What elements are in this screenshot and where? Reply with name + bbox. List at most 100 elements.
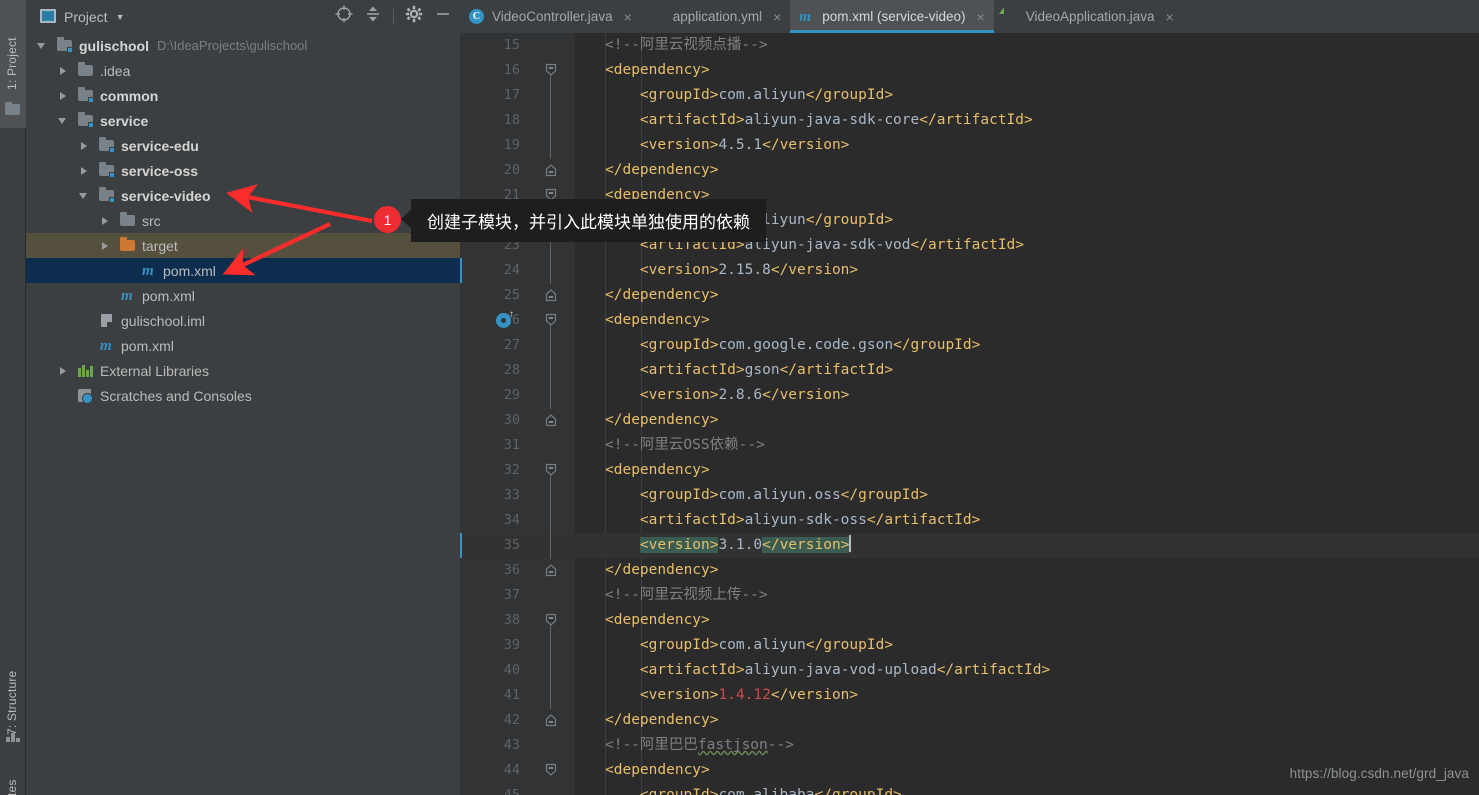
code-line-30[interactable]: 30 </dependency>	[460, 408, 1479, 433]
code-line-16[interactable]: 16 <dependency>	[460, 58, 1479, 83]
editor-tab-videocontroller-java[interactable]: C VideoController.java ×	[460, 0, 641, 33]
code-line-42[interactable]: 42 </dependency>	[460, 708, 1479, 733]
code-line-37[interactable]: 37 <!--阿里云视频上传-->	[460, 583, 1479, 608]
code-line-18[interactable]: 18 <artifactId>aliyun-java-sdk-core</arti…	[460, 108, 1479, 133]
fold-end-icon[interactable]	[544, 413, 558, 427]
annotation-badge-1: 1	[374, 206, 401, 233]
tool-button-favorites-label[interactable]: tes	[5, 762, 19, 795]
code-line-41[interactable]: 41 <version>1.4.12</version>	[460, 683, 1479, 708]
line-number: 28	[503, 362, 520, 378]
tree-row-pom-xml[interactable]: m pom.xml	[26, 333, 460, 358]
tree-row-pom-xml[interactable]: m pom.xml	[26, 258, 460, 283]
tree-row-service-video[interactable]: service-video	[26, 183, 460, 208]
chevron-right-icon[interactable]	[78, 139, 91, 152]
project-tree[interactable]: gulischool D:\IdeaProjects\gulischool .ide…	[26, 33, 460, 795]
tree-row-service-edu[interactable]: service-edu	[26, 133, 460, 158]
close-icon[interactable]: ×	[773, 9, 781, 25]
tree-row-scratches-and-consoles[interactable]: Scratches and Consoles	[26, 383, 460, 408]
close-icon[interactable]: ×	[977, 9, 985, 25]
code-line-34[interactable]: 34 <artifactId>aliyun-sdk-oss</artifactId…	[460, 508, 1479, 533]
chevron-right-icon[interactable]	[99, 239, 112, 252]
code-line-33[interactable]: 33 <groupId>com.aliyun.oss</groupId>	[460, 483, 1479, 508]
fold-collapse-icon[interactable]	[544, 763, 558, 777]
tool-button-project-label[interactable]: 1: Project	[5, 8, 19, 90]
toolbar-divider	[393, 8, 394, 25]
code-token: <groupId>	[639, 337, 719, 353]
code-token: aliyun-java-sdk-core	[744, 112, 920, 128]
tree-row-target[interactable]: target	[26, 233, 460, 258]
code-line-28[interactable]: 28 <artifactId>gson</artifactId>	[460, 358, 1479, 383]
code-line-36[interactable]: 36 </dependency>	[460, 558, 1479, 583]
tree-row-service-oss[interactable]: service-oss	[26, 158, 460, 183]
code-line-29[interactable]: 29 <version>2.8.6</version>	[460, 383, 1479, 408]
line-number: 30	[503, 412, 520, 428]
gear-icon[interactable]	[405, 5, 423, 28]
left-tool-strip: 1: Project 7: Structure tes	[0, 0, 26, 795]
chevron-right-icon[interactable]	[78, 164, 91, 177]
fold-collapse-icon[interactable]	[544, 613, 558, 627]
code-line-27[interactable]: 27 <groupId>com.google.code.gson</groupId…	[460, 333, 1479, 358]
chevron-right-icon[interactable]	[57, 89, 70, 102]
code-line-38[interactable]: 38 <dependency>	[460, 608, 1479, 633]
locate-icon[interactable]	[335, 5, 353, 28]
code-line-20[interactable]: 20 </dependency>	[460, 158, 1479, 183]
code-token: </dependency>	[605, 162, 719, 178]
editor-tab-videoapplication-java[interactable]: VideoApplication.java ×	[994, 0, 1183, 33]
fold-end-icon[interactable]	[544, 288, 558, 302]
folder-orange-icon	[119, 237, 137, 254]
code-line-35[interactable]: 35 <version>3.1.0</version>	[460, 533, 1479, 558]
code-token: <dependency>	[605, 612, 710, 628]
code-token: </version>	[762, 387, 850, 403]
minimize-icon[interactable]	[434, 5, 452, 28]
code-editor[interactable]: 15 <!--阿里云视频点播--> 16 <dependency> 17 <groupId…	[460, 33, 1479, 795]
code-line-15[interactable]: 15 <!--阿里云视频点播-->	[460, 33, 1479, 58]
tree-row-external-libraries[interactable]: External Libraries	[26, 358, 460, 383]
editor-tab-bar[interactable]: C VideoController.java × application.yml × m p…	[460, 0, 1479, 33]
fold-collapse-icon[interactable]	[544, 313, 558, 327]
collapse-all-icon[interactable]	[364, 5, 382, 28]
code-text: <groupId>com.aliyun</groupId>	[640, 83, 893, 108]
code-line-17[interactable]: 17 <groupId>com.aliyun</groupId>	[460, 83, 1479, 108]
tool-button-structure-label[interactable]: 7: Structure	[5, 655, 19, 735]
editor-tab-application-yml[interactable]: application.yml ×	[641, 0, 790, 33]
structure-icon	[6, 730, 20, 748]
code-line-26[interactable]: 26 <dependency>	[460, 308, 1479, 333]
code-token: </version>	[762, 137, 850, 153]
fold-end-icon[interactable]	[544, 713, 558, 727]
code-token: <artifactId>	[639, 662, 745, 678]
chevron-right-icon[interactable]	[57, 364, 70, 377]
project-panel-title: Project	[64, 8, 108, 25]
chevron-down-icon[interactable]: ▼	[116, 12, 125, 22]
code-line-32[interactable]: 32 <dependency>	[460, 458, 1479, 483]
code-line-45[interactable]: 45 <groupId>com.alibaba</groupId>	[460, 783, 1479, 795]
chevron-right-icon[interactable]	[99, 214, 112, 227]
chevron-down-icon[interactable]	[36, 39, 49, 52]
tree-row-gulischool[interactable]: gulischool D:\IdeaProjects\gulischool	[26, 33, 460, 58]
fold-collapse-icon[interactable]	[544, 463, 558, 477]
code-line-40[interactable]: 40 <artifactId>aliyun-java-vod-upload</ar…	[460, 658, 1479, 683]
tree-row-service[interactable]: service	[26, 108, 460, 133]
editor-tab-pom-xml-service-video-[interactable]: m pom.xml (service-video) ×	[790, 0, 995, 33]
tree-row-common[interactable]: common	[26, 83, 460, 108]
chevron-right-icon[interactable]	[57, 64, 70, 77]
close-icon[interactable]: ×	[624, 9, 632, 25]
line-number: 27	[503, 337, 520, 353]
tree-row-gulischool-iml[interactable]: gulischool.iml	[26, 308, 460, 333]
code-line-39[interactable]: 39 <groupId>com.aliyun</groupId>	[460, 633, 1479, 658]
code-line-24[interactable]: 24 <version>2.15.8</version>	[460, 258, 1479, 283]
tree-row-pom-xml[interactable]: m pom.xml	[26, 283, 460, 308]
chevron-down-icon[interactable]	[78, 189, 91, 202]
close-icon[interactable]: ×	[1166, 9, 1174, 25]
fold-collapse-icon[interactable]	[544, 63, 558, 77]
fold-end-icon[interactable]	[544, 563, 558, 577]
code-line-19[interactable]: 19 <version>4.5.1</version>	[460, 133, 1479, 158]
code-line-43[interactable]: 43 <!--阿里巴巴fastjson-->	[460, 733, 1479, 758]
code-line-31[interactable]: 31 <!--阿里云OSS依赖-->	[460, 433, 1479, 458]
code-token: <artifactId>	[639, 512, 745, 528]
code-line-25[interactable]: 25 </dependency>	[460, 283, 1479, 308]
fold-end-icon[interactable]	[544, 163, 558, 177]
tree-row--idea[interactable]: .idea	[26, 58, 460, 83]
code-text: <version>1.4.12</version>	[640, 683, 858, 708]
maven-navigate-icon[interactable]: ↑	[496, 310, 514, 328]
chevron-down-icon[interactable]	[57, 114, 70, 127]
